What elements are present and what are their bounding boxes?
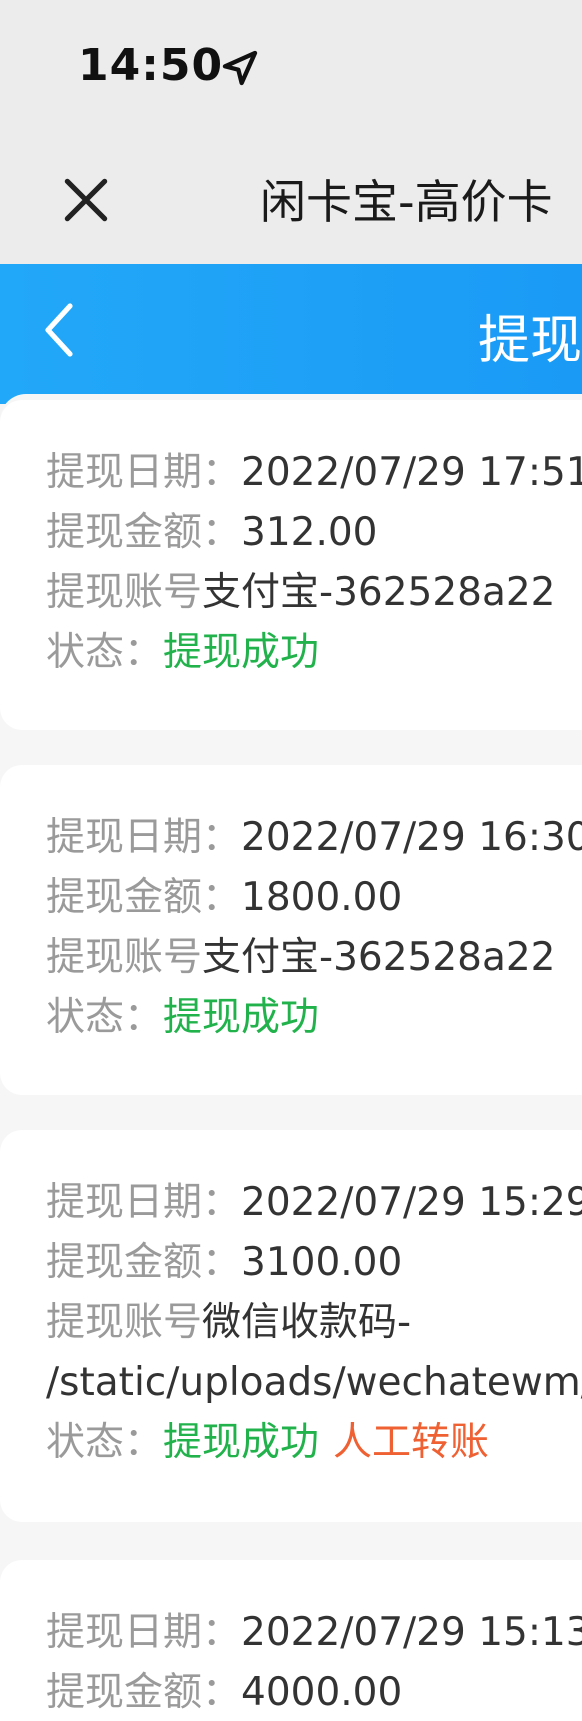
webview-title: 闲卡宝-高价卡 — [260, 175, 553, 229]
back-chevron-icon[interactable] — [40, 300, 80, 360]
record-date-row: 提现日期：2022/07/29 16:30 — [46, 815, 582, 861]
record-status-value: 提现成功 — [163, 995, 320, 1040]
record-date-label: 提现日期： — [46, 450, 242, 495]
record-status-value: 提现成功 — [163, 1420, 320, 1465]
record-status-label: 状态： — [46, 630, 164, 675]
record-amount-value: 312.00 — [241, 510, 378, 555]
record-account-row: 提现账号支付宝-362528a22 — [46, 570, 556, 616]
record-amount-label: 提现金额： — [46, 510, 242, 555]
page-title: 提现 — [478, 311, 582, 371]
record-date-label: 提现日期： — [46, 1180, 242, 1225]
record-status-row: 状态：提现成功 人工转账 — [46, 1420, 489, 1466]
record-account-label: 提现账号 — [46, 1300, 203, 1345]
record-date-row: 提现日期：2022/07/29 17:51 — [46, 450, 582, 496]
record-date-label: 提现日期： — [46, 815, 242, 860]
status-time: 14:50 — [78, 40, 224, 91]
record-account-row: 提现账号支付宝-362528a22 — [46, 935, 556, 981]
record-date-value: 2022/07/29 16:30 — [241, 815, 582, 860]
record-status-label: 状态： — [46, 995, 164, 1040]
record-status-label: 状态： — [46, 1420, 164, 1465]
close-icon[interactable] — [58, 172, 114, 228]
record-date-value: 2022/07/29 17:51 — [241, 450, 582, 495]
record-amount-label: 提现金额： — [46, 1240, 242, 1285]
record-account-path: /static/uploads/wechatewm/ — [46, 1360, 582, 1405]
record-status-row: 状态：提现成功 — [46, 630, 319, 676]
record-account-label: 提现账号 — [46, 935, 203, 980]
record-amount-label: 提现金额： — [46, 1670, 242, 1715]
record-amount-value: 1800.00 — [241, 875, 403, 920]
record-amount-row: 提现金额：1800.00 — [46, 875, 402, 921]
record-status-row: 状态：提现成功 — [46, 995, 319, 1041]
record-amount-value: 4000.00 — [241, 1670, 403, 1715]
location-arrow-icon — [222, 50, 258, 86]
record-account-row: 提现账号微信收款码- — [46, 1300, 411, 1346]
record-amount-row: 提现金额：312.00 — [46, 510, 377, 556]
record-date-row: 提现日期：2022/07/29 15:29 — [46, 1180, 582, 1226]
record-date-row: 提现日期：2022/07/29 15:13 — [46, 1610, 582, 1656]
record-date-value: 2022/07/29 15:13 — [241, 1610, 582, 1655]
record-amount-row: 提现金额：3100.00 — [46, 1240, 402, 1286]
manual-transfer-tag: 人工转账 — [333, 1420, 490, 1465]
record-account-value: 支付宝-362528a22 — [202, 570, 556, 615]
record-account-label: 提现账号 — [46, 570, 203, 615]
record-account-value: 微信收款码- — [202, 1300, 412, 1345]
screen: 14:50 闲卡宝-高价卡 提现 提现日期：2022/07/29 17:51 提… — [0, 0, 582, 1721]
record-status-value: 提现成功 — [163, 630, 320, 675]
record-date-value: 2022/07/29 15:29 — [241, 1180, 582, 1225]
record-account-line2: /static/uploads/wechatewm/ — [46, 1360, 582, 1406]
record-amount-label: 提现金额： — [46, 875, 242, 920]
record-account-value: 支付宝-362528a22 — [202, 935, 556, 980]
record-date-label: 提现日期： — [46, 1610, 242, 1655]
record-amount-value: 3100.00 — [241, 1240, 403, 1285]
record-amount-row: 提现金额：4000.00 — [46, 1670, 402, 1716]
